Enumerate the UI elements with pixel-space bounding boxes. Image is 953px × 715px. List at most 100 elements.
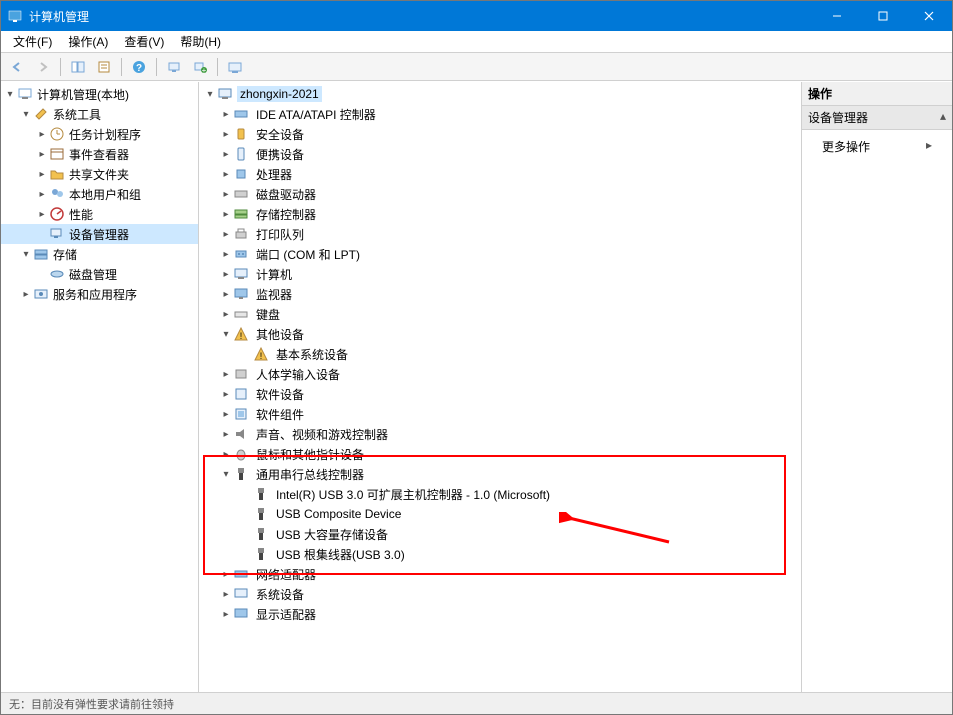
dev-base-system[interactable]: !基本系统设备 (199, 344, 801, 364)
tree-root-local[interactable]: ▾ 计算机管理(本地) (1, 84, 198, 104)
tree-event-viewer[interactable]: ▸ 事件查看器 (1, 144, 198, 164)
properties-button[interactable] (92, 56, 116, 78)
cat-mouse[interactable]: ▸鼠标和其他指针设备 (199, 444, 801, 464)
device-manager-pane[interactable]: ▾ zhongxin-2021 ▸IDE ATA/ATAPI 控制器 ▸安全设备… (199, 82, 802, 692)
maximize-button[interactable] (860, 1, 906, 31)
tree-device-manager[interactable]: 设备管理器 (1, 224, 198, 244)
actions-context[interactable]: 设备管理器 ▴ (802, 106, 952, 130)
scan-hardware-button[interactable] (162, 56, 186, 78)
toolbar-separator (60, 58, 61, 76)
chevron-down-icon: ▾ (219, 469, 233, 480)
computer-icon (217, 86, 233, 102)
dev-usb-root-hub[interactable]: USB 根集线器(USB 3.0) (199, 544, 801, 564)
chevron-right-icon: ▸ (219, 109, 233, 120)
cat-security[interactable]: ▸安全设备 (199, 124, 801, 144)
action-more[interactable]: 更多操作 ▸ (802, 134, 952, 159)
device-label: 系统设备 (253, 585, 307, 604)
cat-software-devices[interactable]: ▸软件设备 (199, 384, 801, 404)
cat-processors[interactable]: ▸处理器 (199, 164, 801, 184)
cat-monitors[interactable]: ▸监视器 (199, 284, 801, 304)
window-controls (814, 1, 952, 31)
refresh-button[interactable] (223, 56, 247, 78)
tree-system-tools[interactable]: ▾ 系统工具 (1, 104, 198, 124)
svg-text:?: ? (136, 63, 142, 74)
chevron-right-icon: ▸ (219, 589, 233, 600)
cat-software-components[interactable]: ▸软件组件 (199, 404, 801, 424)
cat-other-devices[interactable]: ▾!其他设备 (199, 324, 801, 344)
statusbar: 无：目前没有弹性要求请前往领持 (1, 692, 952, 714)
monitor-icon (233, 286, 249, 302)
tree-storage[interactable]: ▾ 存储 (1, 244, 198, 264)
dev-usb-composite[interactable]: USB Composite Device (199, 504, 801, 524)
tree-label: 任务计划程序 (69, 126, 141, 143)
device-label: 计算机 (253, 265, 295, 284)
help-button[interactable]: ? (127, 56, 151, 78)
chevron-right-icon: ▸ (219, 189, 233, 200)
main-area: ▾ 计算机管理(本地) ▾ 系统工具 ▸ 任务计划程序 ▸ (1, 81, 952, 692)
tree-services-apps[interactable]: ▸ 服务和应用程序 (1, 284, 198, 304)
minimize-button[interactable] (814, 1, 860, 31)
cat-disk-drives[interactable]: ▸磁盘驱动器 (199, 184, 801, 204)
port-icon (233, 246, 249, 262)
device-label: 基本系统设备 (273, 345, 351, 364)
menu-action[interactable]: 操作(A) (60, 31, 116, 52)
tree-disk-management[interactable]: 磁盘管理 (1, 264, 198, 284)
tree-performance[interactable]: ▸ 性能 (1, 204, 198, 224)
tree-label: 本地用户和组 (69, 186, 141, 203)
chevron-right-icon: ▸ (219, 309, 233, 320)
dev-usb-mass-storage[interactable]: USB 大容量存储设备 (199, 524, 801, 544)
cat-storage-controllers[interactable]: ▸存储控制器 (199, 204, 801, 224)
computer-icon (233, 266, 249, 282)
titlebar: 计算机管理 (1, 1, 952, 31)
tree-label: 事件查看器 (69, 146, 129, 163)
tree-label: 计算机管理(本地) (37, 86, 129, 103)
device-label: 网络适配器 (253, 565, 319, 584)
chevron-right-icon: ▸ (219, 249, 233, 260)
chevron-right-icon: ▸ (219, 129, 233, 140)
device-label: 鼠标和其他指针设备 (253, 445, 367, 464)
cat-computer[interactable]: ▸计算机 (199, 264, 801, 284)
cat-display-adapters[interactable]: ▸显示适配器 (199, 604, 801, 624)
cat-print-queues[interactable]: ▸打印队列 (199, 224, 801, 244)
tree-label: 服务和应用程序 (53, 286, 137, 303)
cat-usb[interactable]: ▾ 通用串行总线控制器 (199, 464, 801, 484)
computer-management-icon (17, 86, 33, 102)
forward-button[interactable] (31, 56, 55, 78)
chevron-right-icon: ▸ (926, 138, 932, 152)
actions-pane: 操作 设备管理器 ▴ 更多操作 ▸ (802, 82, 952, 692)
console-tree[interactable]: ▾ 计算机管理(本地) ▾ 系统工具 ▸ 任务计划程序 ▸ (1, 82, 199, 692)
device-label: Intel(R) USB 3.0 可扩展主机控制器 - 1.0 (Microso… (273, 485, 553, 504)
tree-shared-folders[interactable]: ▸ 共享文件夹 (1, 164, 198, 184)
show-hide-tree-button[interactable] (66, 56, 90, 78)
dev-usb-intel[interactable]: Intel(R) USB 3.0 可扩展主机控制器 - 1.0 (Microso… (199, 484, 801, 504)
menu-file[interactable]: 文件(F) (5, 31, 60, 52)
cat-keyboards[interactable]: ▸键盘 (199, 304, 801, 324)
tree-label: 共享文件夹 (69, 166, 129, 183)
device-label: 便携设备 (253, 145, 307, 164)
cat-sound[interactable]: ▸ 声音、视频和游戏控制器 (199, 424, 801, 444)
tools-icon (33, 106, 49, 122)
cat-network[interactable]: ▸网络适配器 (199, 564, 801, 584)
chevron-right-icon: ▸ (219, 429, 233, 440)
device-label: 通用串行总线控制器 (253, 465, 367, 484)
tree-local-users[interactable]: ▸ 本地用户和组 (1, 184, 198, 204)
cat-ports[interactable]: ▸端口 (COM 和 LPT) (199, 244, 801, 264)
tree-task-scheduler[interactable]: ▸ 任务计划程序 (1, 124, 198, 144)
usb-icon (253, 546, 269, 562)
chevron-down-icon: ▾ (219, 329, 233, 340)
device-root[interactable]: ▾ zhongxin-2021 (199, 84, 801, 104)
menu-view[interactable]: 查看(V) (116, 31, 172, 52)
close-button[interactable] (906, 1, 952, 31)
add-legacy-hardware-button[interactable]: + (188, 56, 212, 78)
cat-hid[interactable]: ▸人体学输入设备 (199, 364, 801, 384)
back-button[interactable] (5, 56, 29, 78)
actions-context-label: 设备管理器 (808, 109, 868, 126)
menu-help[interactable]: 帮助(H) (172, 31, 229, 52)
cat-system-devices[interactable]: ▸ 系统设备 (199, 584, 801, 604)
tree-label: 系统工具 (53, 106, 101, 123)
device-label: 声音、视频和游戏控制器 (253, 425, 391, 444)
cat-ide[interactable]: ▸IDE ATA/ATAPI 控制器 (199, 104, 801, 124)
usb-icon (253, 526, 269, 542)
cat-portable[interactable]: ▸便携设备 (199, 144, 801, 164)
device-tree: ▾ zhongxin-2021 ▸IDE ATA/ATAPI 控制器 ▸安全设备… (199, 82, 801, 626)
